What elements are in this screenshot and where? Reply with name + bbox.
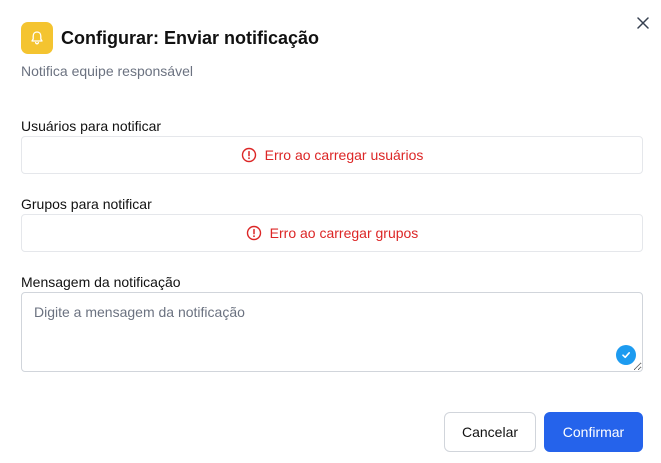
check-icon [622,352,630,359]
message-textarea[interactable] [21,292,643,372]
dialog-title: Configurar: Enviar notificação [61,28,320,48]
users-field-label: Usuários para notificar [21,118,162,134]
bell-icon [31,31,43,45]
confirm-button[interactable]: Confirmar [544,412,643,452]
message-field-label: Mensagem da notificação [21,274,181,290]
users-error-box: Erro ao carregar usuários [21,136,643,174]
groups-field-label: Grupos para notificar [21,196,152,212]
alert-circle-icon [241,147,256,163]
dialog-subtitle: Notifica equipe responsável [21,63,193,79]
configure-dialog: Configurar: Enviar notificação Notifica … [0,0,661,463]
alert-circle-icon [246,225,261,241]
grammar-check-badge[interactable] [616,345,636,365]
groups-error-text: Erro ao carregar grupos [269,225,419,241]
cancel-button[interactable]: Cancelar [444,412,536,452]
groups-error-box: Erro ao carregar grupos [21,214,643,252]
close-icon [637,17,649,29]
close-button[interactable] [633,13,653,33]
header-icon-badge [21,22,53,54]
users-error-text: Erro ao carregar usuários [264,147,424,163]
